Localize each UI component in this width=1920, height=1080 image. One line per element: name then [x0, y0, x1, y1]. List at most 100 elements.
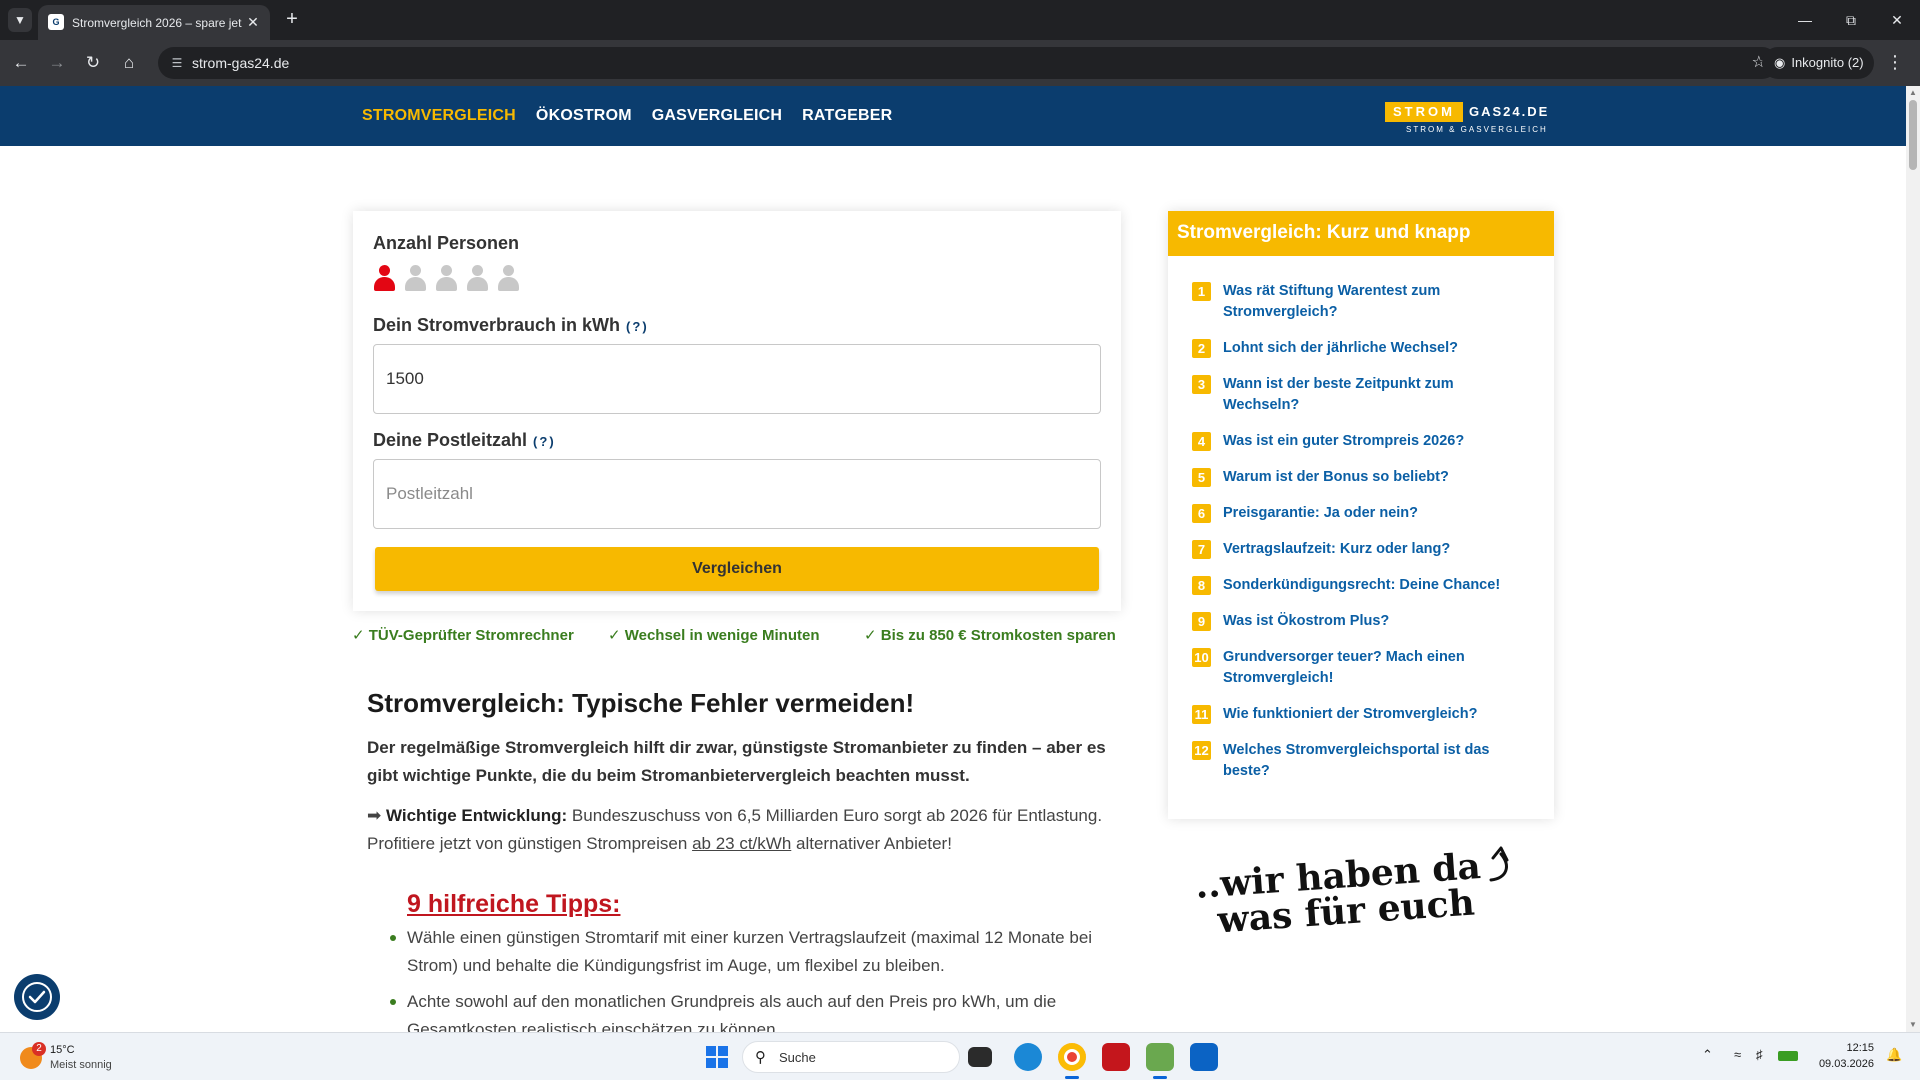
zip-field[interactable]	[373, 459, 1101, 529]
toc-number: 6	[1192, 504, 1211, 523]
zip-help-link[interactable]: (?)	[533, 434, 556, 449]
toc-item-7[interactable]: 7 Vertragslaufzeit: Kurz oder lang?	[1192, 539, 1532, 560]
edge-icon[interactable]	[1014, 1043, 1042, 1071]
person-icon-3[interactable]	[435, 265, 457, 293]
consumption-field[interactable]	[373, 344, 1101, 414]
nav-oekostrom[interactable]: ÖKOSTROM	[536, 107, 632, 125]
toc-number: 11	[1192, 705, 1211, 724]
browser-menu-icon[interactable]: ⋮	[1886, 52, 1904, 72]
zip-label: Deine Postleitzahl	[373, 430, 528, 450]
url-text: strom-gas24.de	[192, 55, 290, 71]
wifi-icon[interactable]: ≈	[1734, 1047, 1741, 1062]
home-button[interactable]: ⌂	[116, 50, 142, 76]
toc-item-6[interactable]: 6 Preisgarantie: Ja oder nein?	[1192, 503, 1532, 524]
battery-icon[interactable]	[1778, 1051, 1798, 1061]
price-link[interactable]: ab 23 ct/kWh	[692, 834, 791, 853]
toc-item-3[interactable]: 3 Wann ist der beste Zeitpunkt zum Wechse…	[1192, 374, 1532, 416]
person-icon-2[interactable]	[404, 265, 426, 293]
window-close-button[interactable]: ✕	[1874, 0, 1920, 40]
toc-number: 9	[1192, 612, 1211, 631]
toc-link[interactable]: Lohnt sich der jährliche Wechsel?	[1223, 340, 1458, 356]
windows-start-icon[interactable]	[706, 1046, 728, 1068]
filezilla-icon[interactable]	[1102, 1043, 1130, 1071]
toc-link[interactable]: Welches Stromvergleichsportal ist das be…	[1223, 742, 1489, 779]
toc-link[interactable]: Preisgarantie: Ja oder nein?	[1223, 505, 1418, 521]
incognito-indicator[interactable]: ◉ Inkognito (2)	[1762, 47, 1874, 79]
new-tab-button[interactable]: +	[280, 8, 304, 32]
task-view-icon[interactable]	[968, 1047, 992, 1067]
nav-gasvergleich[interactable]: GASVERGLEICH	[652, 107, 782, 125]
weather-badge: 2	[32, 1042, 46, 1056]
back-button[interactable]: ←	[8, 50, 34, 76]
bullet-icon	[390, 935, 396, 941]
toc-link[interactable]: Sonderkündigungsrecht: Deine Chance!	[1223, 577, 1500, 593]
weather-widget[interactable]: 2 15°C Meist sonnig	[18, 1041, 158, 1075]
address-bar[interactable]: ☰ strom-gas24.de ☆	[158, 47, 1778, 79]
toc-link[interactable]: Wann ist der beste Zeitpunkt zum Wechsel…	[1223, 376, 1454, 413]
toc-item-4[interactable]: 4 Was ist ein guter Strompreis 2026?	[1192, 431, 1532, 452]
scrollbar-thumb[interactable]	[1909, 100, 1917, 170]
minimize-button[interactable]: —	[1782, 0, 1828, 40]
system-clock[interactable]: 12:15 09.03.2026	[1810, 1040, 1874, 1072]
tip-text: Wähle einen günstigen Stromtarif mit ein…	[407, 928, 1093, 975]
nav-ratgeber[interactable]: RATGEBER	[802, 107, 892, 125]
nav-stromvergleich[interactable]: STROMVERGLEICH	[362, 107, 516, 125]
incognito-icon: ◉	[1774, 55, 1786, 70]
taskbar-search[interactable]: ⚲ Suche	[742, 1041, 960, 1073]
reload-button[interactable]: ↻	[80, 50, 106, 76]
toc-link[interactable]: Was ist Ökostrom Plus?	[1223, 613, 1389, 629]
toc-link[interactable]: Vertragslaufzeit: Kurz oder lang?	[1223, 541, 1450, 557]
toc-link[interactable]: Warum ist der Bonus so beliebt?	[1223, 469, 1449, 485]
compare-button[interactable]: Vergleichen	[375, 547, 1099, 591]
development-label: Wichtige Entwicklung:	[385, 806, 568, 825]
toc-link[interactable]: Grundversorger teuer? Mach einen Stromve…	[1223, 649, 1465, 686]
toc-item-5[interactable]: 5 Warum ist der Bonus so beliebt?	[1192, 467, 1532, 488]
notepad-icon[interactable]	[1146, 1043, 1174, 1071]
promo-text: ..wir haben da was für euch	[1194, 845, 1484, 941]
toc-item-1[interactable]: 1 Was rät Stiftung Warentest zum Stromver…	[1192, 281, 1532, 323]
consumption-help-link[interactable]: (?)	[626, 319, 649, 334]
logo-strom: STROM	[1385, 102, 1463, 122]
tips-list: Wähle einen günstigen Stromtarif mit ein…	[390, 924, 1112, 1032]
toc-link[interactable]: Was rät Stiftung Warentest zum Stromverg…	[1223, 283, 1440, 320]
active-tab[interactable]: G Stromvergleich 2026 – spare jetzt ✕	[38, 5, 270, 40]
list-item: Achte sowohl auf den monatlichen Grundpr…	[390, 988, 1112, 1032]
toc-number: 12	[1192, 741, 1211, 760]
site-logo[interactable]: STROM GAS24.DE STROM & GASVERGLEICH	[1385, 102, 1555, 136]
zip-input[interactable]	[374, 460, 1100, 528]
curved-arrow-icon	[1489, 846, 1509, 882]
volume-icon[interactable]: ♯	[1756, 1047, 1763, 1062]
consumption-label: Dein Stromverbrauch in kWh	[373, 315, 621, 335]
forward-button[interactable]: →	[44, 50, 70, 76]
accessibility-button[interactable]	[14, 974, 60, 1020]
scroll-down-icon[interactable]: ▼	[1906, 1018, 1920, 1032]
toc-item-9[interactable]: 9 Was ist Ökostrom Plus?	[1192, 611, 1532, 632]
consumption-input[interactable]	[374, 345, 1100, 413]
toc-item-12[interactable]: 12 Welches Stromvergleichsportal ist das …	[1192, 740, 1532, 782]
toc-number: 4	[1192, 432, 1211, 451]
tab-search-button[interactable]: ▼	[8, 8, 32, 32]
toc-link[interactable]: Was ist ein guter Strompreis 2026?	[1223, 433, 1464, 449]
notification-bell-icon[interactable]: 🔔	[1886, 1047, 1902, 1063]
toc-item-8[interactable]: 8 Sonderkündigungsrecht: Deine Chance!	[1192, 575, 1532, 596]
chrome-icon[interactable]	[1058, 1043, 1086, 1071]
toc-item-2[interactable]: 2 Lohnt sich der jährliche Wechsel?	[1192, 338, 1532, 359]
toc-link[interactable]: Wie funktioniert der Stromvergleich?	[1223, 706, 1477, 722]
page-scrollbar[interactable]: ▲ ▼	[1906, 86, 1920, 1032]
person-icon-1[interactable]	[373, 265, 395, 293]
trust-badge-savings: ✓ Bis zu 850 € Stromkosten sparen	[864, 627, 1116, 644]
toc-title: Stromvergleich: Kurz und knapp	[1177, 222, 1471, 243]
person-icon-5[interactable]	[497, 265, 519, 293]
weather-temperature: 15°C	[50, 1044, 75, 1056]
person-icon-4[interactable]	[466, 265, 488, 293]
store-icon[interactable]	[1190, 1043, 1218, 1071]
tray-chevron-icon[interactable]: ⌃	[1702, 1047, 1713, 1063]
list-item: Wähle einen günstigen Stromtarif mit ein…	[390, 924, 1112, 980]
toc-item-10[interactable]: 10 Grundversorger teuer? Mach einen Strom…	[1192, 647, 1532, 689]
restore-button[interactable]: ⧉	[1828, 0, 1874, 40]
site-info-icon[interactable]: ☰	[168, 54, 186, 72]
accessibility-icon	[22, 982, 52, 1012]
tab-close-icon[interactable]: ✕	[244, 13, 262, 31]
scroll-up-icon[interactable]: ▲	[1906, 86, 1920, 100]
toc-item-11[interactable]: 11 Wie funktioniert der Stromvergleich?	[1192, 704, 1532, 725]
